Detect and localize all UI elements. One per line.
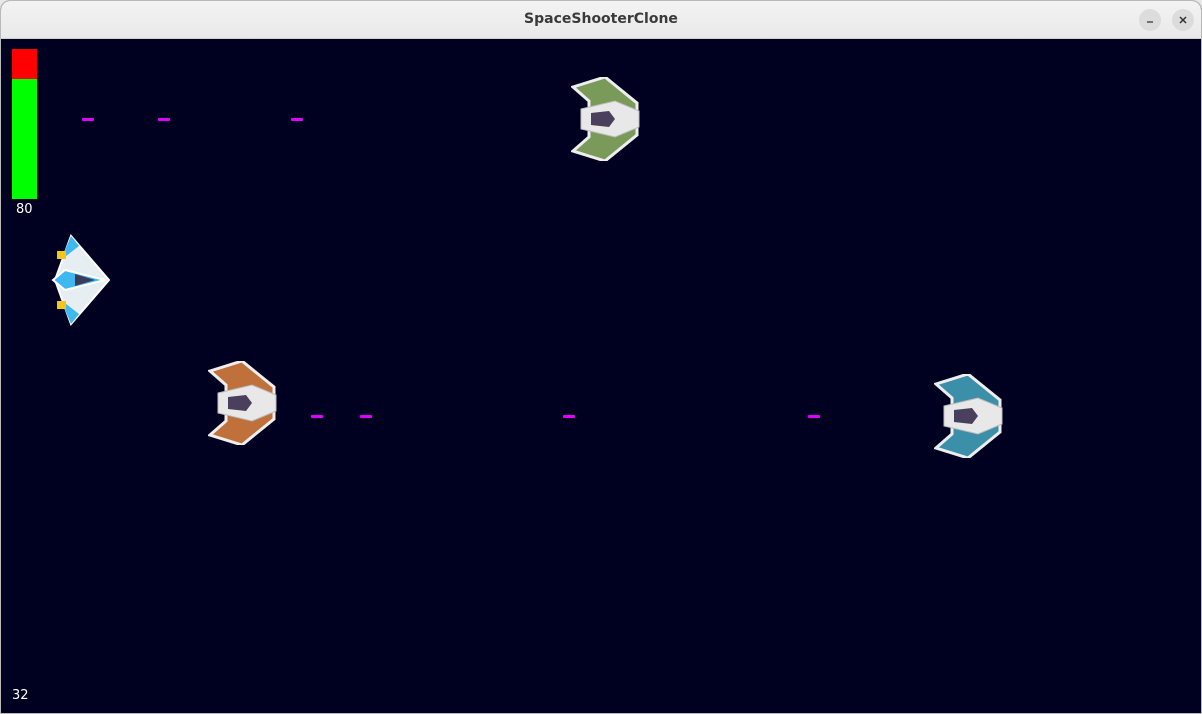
bullet [563, 415, 575, 418]
title-bar: SpaceShooterClone [1, 1, 1201, 39]
enemy-ship-icon [934, 374, 1003, 458]
bullet [360, 415, 372, 418]
close-icon [1179, 16, 1187, 24]
health-bar [12, 49, 37, 199]
score-counter: 32 [12, 688, 29, 703]
bullet [291, 118, 303, 121]
window-title: SpaceShooterClone [524, 11, 678, 27]
bullet [311, 415, 323, 418]
minimize-button[interactable] [1139, 9, 1161, 31]
minimize-icon [1147, 21, 1153, 23]
player-spaceship-icon [51, 234, 111, 326]
close-button[interactable] [1172, 9, 1194, 31]
enemy-ship-icon [571, 77, 640, 161]
bullet [808, 415, 820, 418]
health-value: 80 [16, 202, 33, 217]
bullet [82, 118, 94, 121]
game-window: SpaceShooterClone 80 32 [0, 0, 1202, 714]
enemy-ship-icon [208, 361, 277, 445]
health-bar-fill [12, 79, 37, 199]
game-canvas[interactable]: 80 32 [1, 39, 1201, 713]
bullet [158, 118, 170, 121]
